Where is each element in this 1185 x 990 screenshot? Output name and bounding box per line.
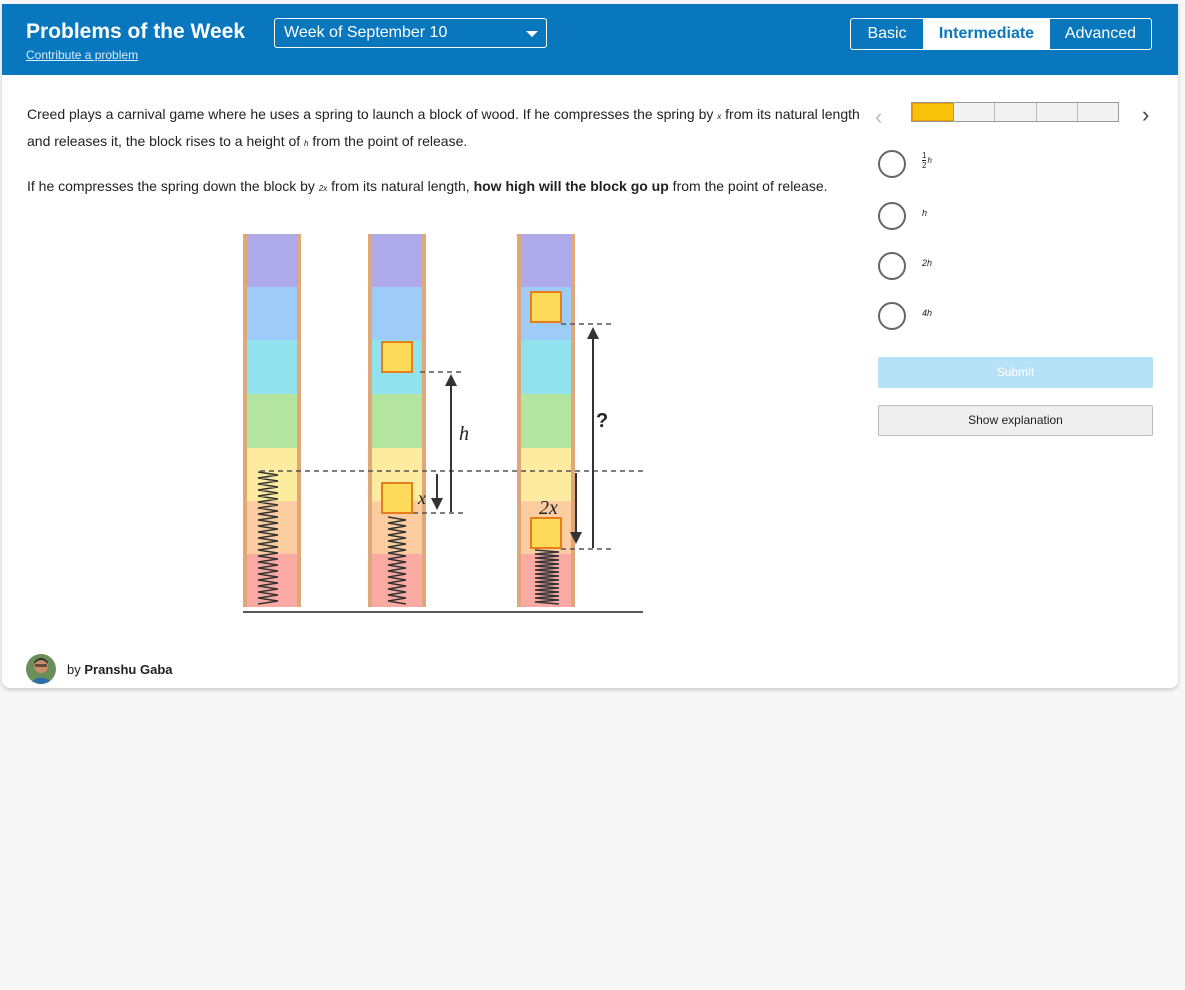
- week-dropdown-value: Week of September 10: [284, 24, 448, 41]
- answer-option-4h[interactable]: 4h: [878, 302, 1138, 330]
- progress-segment[interactable]: [995, 103, 1037, 121]
- problem-progress-bar: [911, 102, 1119, 122]
- progress-segment[interactable]: [1078, 103, 1118, 121]
- problem-paragraph-1: Creed plays a carnival game where he use…: [27, 106, 860, 149]
- var-2x: 2x: [318, 184, 328, 193]
- submit-button[interactable]: Submit: [878, 357, 1153, 388]
- option-label: 12h: [922, 151, 932, 170]
- problem-card: Problems of the Week Contribute a proble…: [2, 4, 1178, 688]
- page-title: Problems of the Week: [26, 20, 246, 43]
- question-emphasis: how high will the block go up: [473, 178, 669, 194]
- option-label: 2h: [922, 258, 933, 268]
- column-1: [243, 234, 301, 607]
- tab-advanced[interactable]: Advanced: [1050, 19, 1151, 49]
- label-2x: 2x: [539, 497, 558, 519]
- radio-button[interactable]: [878, 252, 906, 280]
- tab-intermediate[interactable]: Intermediate: [924, 19, 1050, 49]
- next-problem-button[interactable]: ›: [1142, 102, 1149, 128]
- avatar[interactable]: [26, 654, 56, 684]
- label-question: ?: [596, 410, 608, 432]
- column-3: [517, 234, 575, 607]
- answer-option-h[interactable]: h: [878, 202, 1138, 230]
- radio-button[interactable]: [878, 150, 906, 178]
- radio-button[interactable]: [878, 202, 906, 230]
- week-dropdown[interactable]: Week of September 10: [274, 18, 547, 48]
- answer-option-half-h[interactable]: 12h: [878, 150, 1138, 178]
- column-2: [368, 234, 426, 607]
- label-h: h: [459, 423, 469, 445]
- block-compressed-2x: [530, 517, 562, 549]
- progress-segment[interactable]: [1037, 103, 1078, 121]
- block-top: [381, 341, 413, 373]
- block-unknown-height: [530, 291, 562, 323]
- option-label: h: [922, 208, 928, 218]
- arrow-unknown: [587, 327, 599, 548]
- contribute-link[interactable]: Contribute a problem: [26, 48, 138, 62]
- problem-statement: Creed plays a carnival game where he use…: [27, 102, 862, 219]
- author-name: Pranshu Gaba: [84, 662, 173, 677]
- option-label: 4h: [922, 308, 933, 318]
- progress-segment[interactable]: [912, 103, 955, 121]
- arrow-x: [431, 474, 443, 510]
- level-tabs: Basic Intermediate Advanced: [850, 18, 1152, 50]
- show-explanation-button[interactable]: Show explanation: [878, 405, 1153, 436]
- radio-button[interactable]: [878, 302, 906, 330]
- label-x: x: [417, 488, 426, 508]
- block-compressed: [381, 482, 413, 514]
- tab-basic[interactable]: Basic: [851, 19, 924, 49]
- spring-diagram: h x 2x ?: [243, 234, 643, 613]
- prev-problem-button[interactable]: ‹: [875, 104, 882, 130]
- chevron-down-icon: [526, 31, 538, 37]
- answer-option-2h[interactable]: 2h: [878, 252, 1138, 280]
- author-byline: by Pranshu Gaba: [67, 662, 173, 677]
- header-bar: Problems of the Week Contribute a proble…: [2, 4, 1178, 75]
- arrow-h: [445, 374, 457, 512]
- problem-paragraph-2: If he compresses the spring down the blo…: [27, 178, 828, 194]
- progress-segment[interactable]: [954, 103, 996, 121]
